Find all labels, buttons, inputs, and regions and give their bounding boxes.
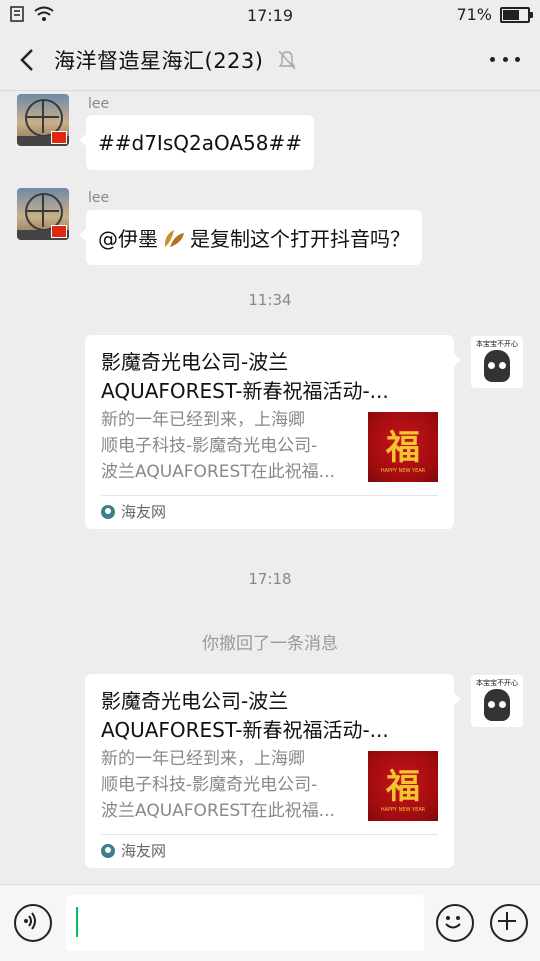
message-bubble[interactable]: @伊墨 是复制这个打开抖音吗？ bbox=[79, 210, 422, 265]
card-divider bbox=[101, 495, 438, 496]
source-name: 海友网 bbox=[121, 503, 167, 521]
voice-icon[interactable] bbox=[14, 904, 52, 942]
bell-muted-icon bbox=[278, 50, 297, 70]
source-name: 海友网 bbox=[121, 842, 167, 860]
card-thumbnail: 福 HAPPY NEW YEAR bbox=[368, 751, 438, 821]
message-text: 是复制这个打开抖音吗？ bbox=[190, 227, 410, 251]
card-title: 影魔奇光电公司-波兰 AQUAFOREST-新春祝福活动-... bbox=[101, 350, 389, 403]
link-card[interactable]: 影魔奇光电公司-波兰 AQUAFOREST-新春祝福活动-... 新的一年已经到… bbox=[85, 674, 461, 868]
card-source: 海友网 bbox=[101, 840, 166, 861]
timestamp: 11:34 bbox=[248, 291, 292, 309]
plus-icon[interactable] bbox=[490, 904, 528, 942]
back-arrow-icon[interactable] bbox=[12, 44, 44, 76]
avatar-caption: 本宝宝不开心 bbox=[476, 340, 518, 348]
recall-notice: 你撤回了一条消息 bbox=[202, 634, 338, 654]
avatar-lee[interactable] bbox=[17, 94, 69, 146]
battery-fill bbox=[503, 9, 519, 20]
message-text: ##d7IsQ2aOA58## bbox=[98, 130, 303, 155]
input-bar bbox=[0, 884, 540, 961]
text-cursor bbox=[76, 907, 78, 937]
avatar-caption: 本宝宝不开心 bbox=[476, 679, 518, 687]
chat-title: 海洋督造星海汇(223) bbox=[54, 49, 264, 73]
avatar-me[interactable]: 本宝宝不开心 bbox=[471, 336, 523, 388]
avatar-me[interactable]: 本宝宝不开心 bbox=[471, 675, 523, 727]
chat-title-group: 海洋督造星海汇(223) bbox=[54, 45, 297, 75]
leaf-emoji-icon bbox=[164, 229, 184, 247]
avatar-lee[interactable] bbox=[17, 188, 69, 240]
timestamp: 17:18 bbox=[248, 570, 292, 588]
card-description: 新的一年已经到来，上海卿 顺电子科技-影魔奇光电公司- 波兰AQUAFOREST… bbox=[101, 410, 335, 482]
card-source: 海友网 bbox=[101, 501, 166, 522]
card-thumbnail: 福 HAPPY NEW YEAR bbox=[368, 412, 438, 482]
message-list[interactable]: lee ##d7IsQ2aOA58## lee @伊墨 是复制这个打开抖音吗？ … bbox=[0, 91, 540, 884]
sender-name: lee bbox=[88, 190, 110, 206]
emoji-icon[interactable] bbox=[436, 904, 474, 942]
battery-percent: 71% bbox=[456, 5, 492, 24]
chat-header: 海洋督造星海汇(223) bbox=[0, 30, 540, 91]
card-title: 影魔奇光电公司-波兰 AQUAFOREST-新春祝福活动-... bbox=[101, 689, 389, 742]
battery-icon bbox=[500, 6, 533, 23]
source-logo-icon bbox=[101, 843, 115, 858]
mention-text: @伊墨 bbox=[98, 227, 158, 251]
source-logo-icon bbox=[101, 504, 115, 519]
card-description: 新的一年已经到来，上海卿 顺电子科技-影魔奇光电公司- 波兰AQUAFOREST… bbox=[101, 749, 335, 821]
more-dots-icon[interactable] bbox=[490, 52, 520, 66]
link-card[interactable]: 影魔奇光电公司-波兰 AQUAFOREST-新春祝福活动-... 新的一年已经到… bbox=[85, 335, 461, 529]
sender-name: lee bbox=[88, 96, 110, 112]
message-bubble[interactable]: ##d7IsQ2aOA58## bbox=[78, 115, 315, 170]
status-bar: 17:19 71% bbox=[0, 0, 540, 30]
message-input[interactable] bbox=[66, 895, 424, 951]
card-divider bbox=[101, 834, 438, 835]
status-icons-right: 71% bbox=[456, 5, 533, 24]
